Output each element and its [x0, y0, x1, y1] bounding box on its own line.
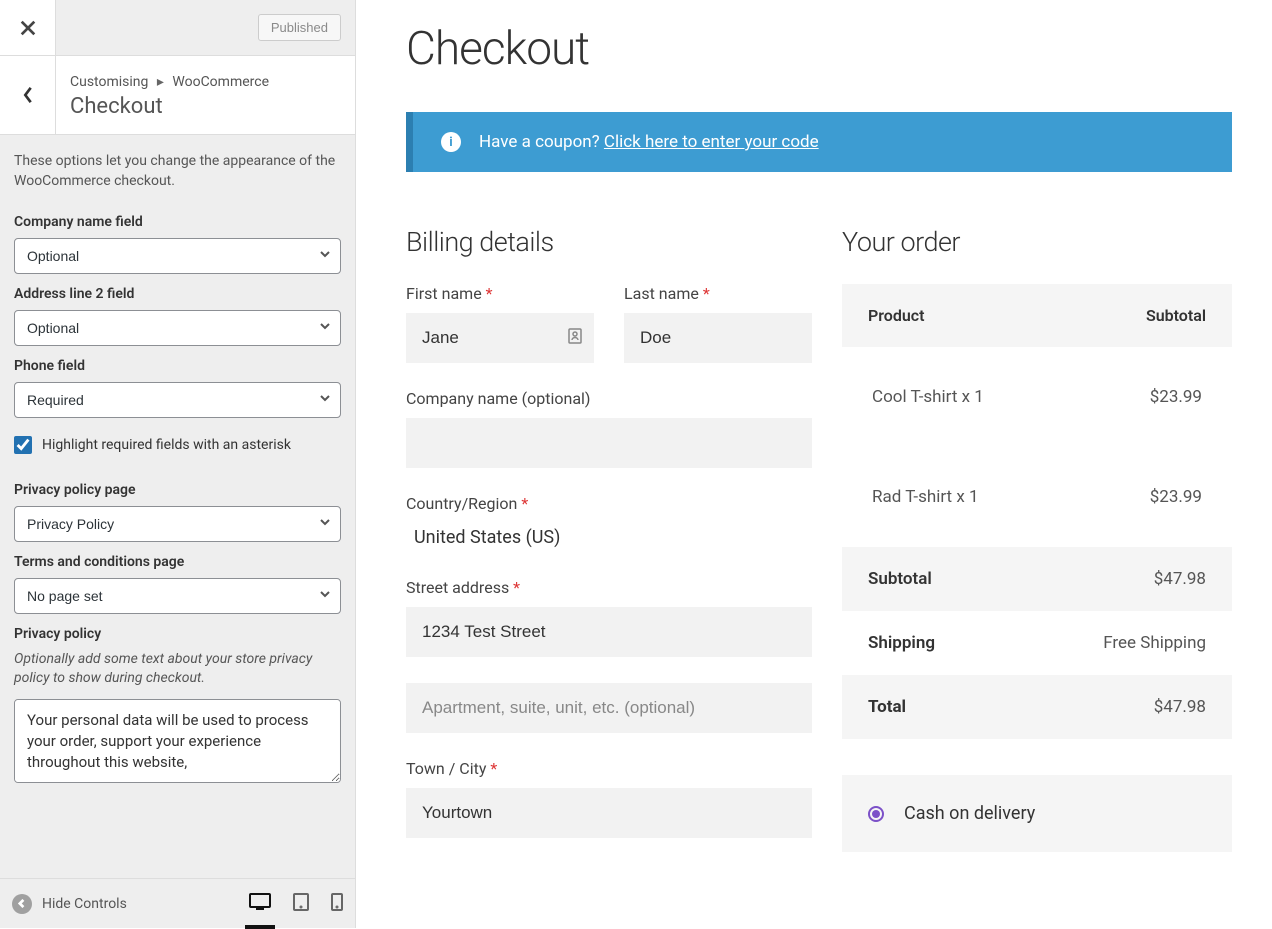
order-table: Product Subtotal Cool T-shirt x 1 $23.99…: [842, 284, 1232, 547]
hide-controls-button[interactable]: Hide Controls: [12, 894, 127, 914]
table-row: Cool T-shirt x 1 $23.99: [842, 347, 1232, 447]
country-label: Country/Region *: [406, 494, 812, 513]
address2-label: Address line 2 field: [14, 286, 341, 302]
sidebar-scroll[interactable]: These options let you change the appeara…: [0, 135, 355, 878]
last-name-field: Last name *: [624, 284, 812, 363]
item-name: Rad T-shirt x 1: [872, 487, 1150, 507]
header-subtotal: Subtotal: [1146, 306, 1206, 325]
city-input[interactable]: [406, 788, 812, 838]
order-summary: Subtotal $47.98 Shipping Free Shipping T…: [842, 547, 1232, 739]
sidebar-header: Customising ▸ WooCommerce Checkout: [0, 56, 355, 135]
first-name-input[interactable]: [406, 313, 594, 363]
item-price: $23.99: [1150, 387, 1202, 407]
item-price: $23.99: [1150, 487, 1202, 507]
device-desktop-button[interactable]: [249, 893, 271, 915]
chevron-left-icon: [21, 86, 35, 104]
phone-select[interactable]: Required: [14, 382, 341, 418]
country-field: Country/Region * United States (US): [406, 494, 812, 552]
coupon-notice: i Have a coupon? Click here to enter you…: [406, 112, 1232, 172]
terms-page-label: Terms and conditions page: [14, 554, 341, 570]
phone-control: Phone field Required: [0, 350, 355, 422]
privacy-policy-label: Privacy policy: [14, 626, 341, 642]
radio-selected-icon: [868, 806, 884, 822]
address2-control: Address line 2 field Optional: [0, 278, 355, 350]
city-field: Town / City *: [406, 759, 812, 838]
first-name-field: First name *: [406, 284, 594, 363]
last-name-input[interactable]: [624, 313, 812, 363]
apt-field: [406, 683, 812, 733]
address2-select[interactable]: Optional: [14, 310, 341, 346]
company-input[interactable]: [406, 418, 812, 468]
apt-input[interactable]: [406, 683, 812, 733]
breadcrumb-root: Customising: [70, 74, 148, 90]
privacy-page-label: Privacy policy page: [14, 482, 341, 498]
billing-title: Billing details: [406, 226, 812, 258]
device-tablet-button[interactable]: [293, 893, 309, 915]
section-title: Checkout: [70, 94, 269, 119]
highlight-required-control: Highlight required fields with an asteri…: [0, 422, 355, 462]
privacy-policy-textarea[interactable]: [14, 699, 341, 783]
privacy-policy-text-control: Privacy policy Optionally add some text …: [0, 618, 355, 791]
publish-status-button[interactable]: Published: [258, 14, 341, 41]
info-icon: i: [441, 132, 461, 152]
privacy-policy-sub: Optionally add some text about your stor…: [14, 650, 341, 689]
street-field: Street address *: [406, 578, 812, 657]
desktop-icon: [249, 893, 271, 911]
order-table-header: Product Subtotal: [842, 284, 1232, 347]
sidebar-topbar: Published: [0, 0, 355, 56]
close-customizer-button[interactable]: [0, 0, 56, 55]
device-mobile-button[interactable]: [331, 893, 343, 915]
summary-total: Total $47.98: [842, 675, 1232, 739]
company-label: Company name (optional): [406, 389, 812, 408]
hide-controls-label: Hide Controls: [42, 896, 127, 912]
terms-page-select[interactable]: No page set: [14, 578, 341, 614]
customizer-sidebar: Published Customising ▸ WooCommerce Chec…: [0, 0, 356, 928]
payment-method-label: Cash on delivery: [904, 803, 1035, 824]
city-label: Town / City *: [406, 759, 812, 778]
table-row: Rad T-shirt x 1 $23.99: [842, 447, 1232, 547]
close-icon: [19, 19, 37, 37]
terms-page-control: Terms and conditions page No page set: [0, 546, 355, 618]
header-product: Product: [868, 306, 1146, 325]
breadcrumb-parent[interactable]: WooCommerce: [172, 74, 269, 90]
section-description: These options let you change the appeara…: [0, 135, 355, 206]
last-name-label: Last name *: [624, 284, 812, 303]
highlight-required-checkbox[interactable]: [14, 436, 32, 454]
payment-method[interactable]: Cash on delivery: [842, 775, 1232, 852]
highlight-required-label[interactable]: Highlight required fields with an asteri…: [42, 437, 291, 453]
summary-shipping: Shipping Free Shipping: [842, 611, 1232, 675]
checkout-preview[interactable]: Checkout i Have a coupon? Click here to …: [356, 0, 1272, 928]
order-title: Your order: [842, 226, 1232, 258]
first-name-label: First name *: [406, 284, 594, 303]
company-name-label: Company name field: [14, 214, 341, 230]
item-name: Cool T-shirt x 1: [872, 387, 1150, 407]
tablet-icon: [293, 893, 309, 911]
summary-subtotal: Subtotal $47.98: [842, 547, 1232, 611]
back-button[interactable]: [0, 56, 56, 134]
privacy-page-control: Privacy policy page Privacy Policy: [0, 474, 355, 546]
street-input[interactable]: [406, 607, 812, 657]
breadcrumb-sep-icon: ▸: [157, 74, 164, 90]
company-name-select[interactable]: Optional: [14, 238, 341, 274]
privacy-page-select[interactable]: Privacy Policy: [14, 506, 341, 542]
company-field: Company name (optional): [406, 389, 812, 468]
sidebar-footer: Hide Controls: [0, 878, 355, 928]
contact-card-icon: [568, 328, 582, 348]
coupon-prompt: Have a coupon?: [479, 132, 600, 152]
company-name-control: Company name field Optional: [0, 206, 355, 278]
phone-label: Phone field: [14, 358, 341, 374]
breadcrumb: Customising ▸ WooCommerce: [70, 74, 269, 90]
coupon-link[interactable]: Click here to enter your code: [604, 132, 819, 152]
chevron-left-circle-icon: [12, 894, 32, 914]
street-label: Street address *: [406, 578, 812, 597]
page-title: Checkout: [406, 22, 1232, 76]
mobile-icon: [331, 893, 343, 911]
country-value[interactable]: United States (US): [406, 523, 812, 552]
